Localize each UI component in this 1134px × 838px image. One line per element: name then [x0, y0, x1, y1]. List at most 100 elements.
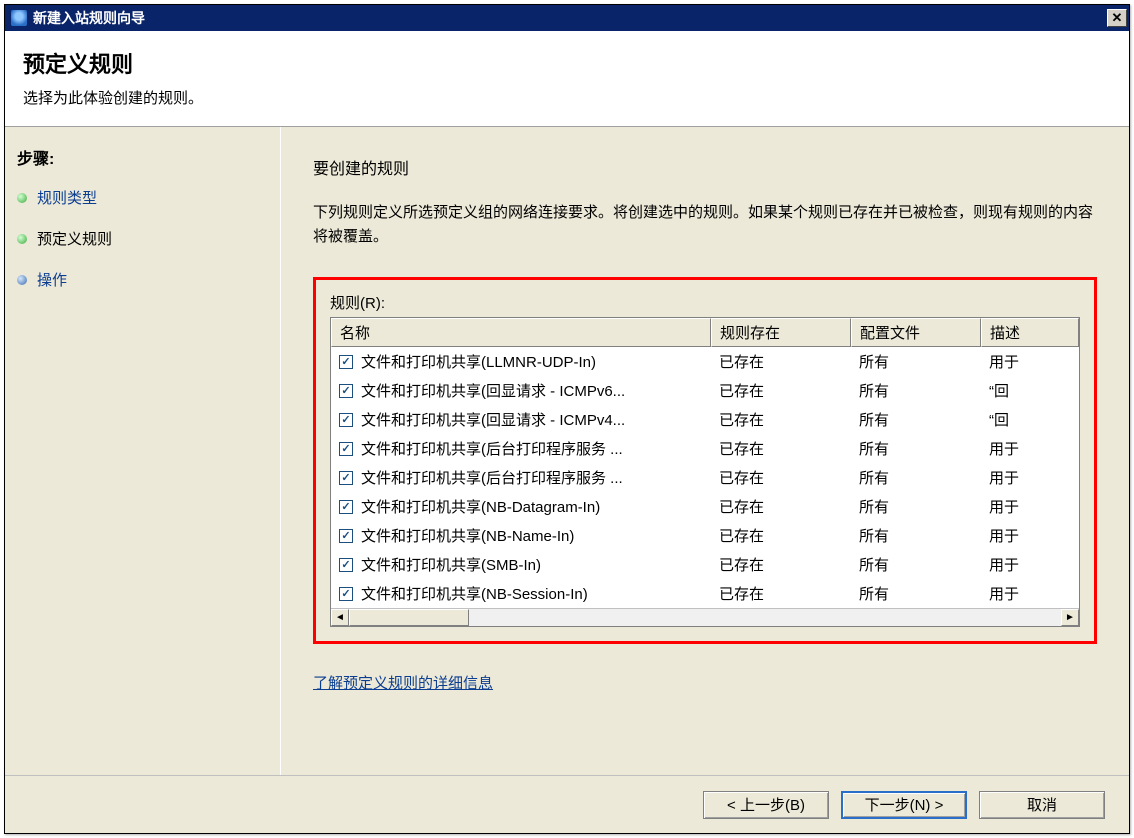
horizontal-scrollbar[interactable]: ◄ ► — [331, 608, 1079, 626]
rule-name: 文件和打印机共享(后台打印程序服务 ... — [361, 467, 623, 488]
scroll-left-button[interactable]: ◄ — [331, 609, 349, 626]
cell-desc: 用于 — [981, 349, 1079, 374]
page-subtitle: 选择为此体验创建的规则。 — [23, 87, 1111, 108]
wizard-header: 预定义规则 选择为此体验创建的规则。 — [5, 31, 1129, 127]
cell-desc: 用于 — [981, 581, 1079, 606]
step-rule-type[interactable]: 规则类型 — [17, 187, 268, 208]
cell-profile: 所有 — [851, 436, 981, 461]
rule-checkbox[interactable]: ✓ — [339, 558, 353, 572]
rule-checkbox[interactable]: ✓ — [339, 500, 353, 514]
table-row[interactable]: ✓ 文件和打印机共享(NB-Datagram-In) 已存在所有用于 — [331, 492, 1079, 521]
table-row[interactable]: ✓ 文件和打印机共享(回显请求 - ICMPv6... 已存在所有“回 — [331, 376, 1079, 405]
cell-profile: 所有 — [851, 494, 981, 519]
rule-checkbox[interactable]: ✓ — [339, 355, 353, 369]
step-label: 规则类型 — [37, 187, 97, 208]
rule-checkbox[interactable]: ✓ — [339, 529, 353, 543]
cell-name: ✓ 文件和打印机共享(NB-Session-In) — [331, 581, 711, 606]
listview-body: ✓文件和打印机共享(LLMNR-UDP-In)已存在所有用于✓文件和打印机共享(… — [331, 347, 1079, 608]
cell-profile: 所有 — [851, 465, 981, 490]
rules-label: 规则(R): — [330, 292, 1080, 313]
cancel-button[interactable]: 取消 — [979, 791, 1105, 819]
cell-name: ✓ 文件和打印机共享(回显请求 - ICMPv6... — [331, 378, 711, 403]
rule-checkbox[interactable]: ✓ — [339, 587, 353, 601]
table-row[interactable]: ✓ 文件和打印机共享(NB-Session-In) 已存在所有用于 — [331, 579, 1079, 608]
cell-profile: 所有 — [851, 581, 981, 606]
rule-name: 文件和打印机共享(SMB-In) — [361, 554, 541, 575]
rule-checkbox[interactable]: ✓ — [339, 413, 353, 427]
rule-name: 文件和打印机共享(后台打印程序服务 ... — [361, 438, 623, 459]
cell-name: ✓ 文件和打印机共享(LLMNR-UDP-In) — [331, 349, 711, 374]
rule-name: 文件和打印机共享(LLMNR-UDP-In) — [361, 351, 596, 372]
table-row[interactable]: ✓ 文件和打印机共享(后台打印程序服务 ... 已存在所有用于 — [331, 463, 1079, 492]
back-button[interactable]: < 上一步(B) — [703, 791, 829, 819]
window-title: 新建入站规则向导 — [33, 8, 1107, 28]
step-bullet-icon — [17, 275, 27, 285]
table-row[interactable]: ✓ 文件和打印机共享(LLMNR-UDP-In) 已存在所有用于 — [331, 347, 1079, 376]
wizard-body: 步骤: 规则类型 预定义规则 操作 要创建的规则 下列规则定义所选预定义组的网络… — [5, 127, 1129, 775]
rule-checkbox[interactable]: ✓ — [339, 384, 353, 398]
table-row[interactable]: ✓ 文件和打印机共享(SMB-In) 已存在所有用于 — [331, 550, 1079, 579]
cell-exists: 已存在 — [711, 436, 851, 461]
listview-header: 名称 规则存在 配置文件 描述 — [331, 318, 1079, 347]
rule-name: 文件和打印机共享(回显请求 - ICMPv6... — [361, 380, 625, 401]
cell-desc: “回 — [981, 407, 1079, 432]
titlebar: 新建入站规则向导 ✕ — [5, 5, 1129, 31]
firewall-icon — [11, 10, 27, 26]
rules-highlight-box: 规则(R): 名称 规则存在 配置文件 描述 ✓ 文件和打印机共享(LLMNR-U… — [313, 277, 1097, 644]
step-label: 预定义规则 — [37, 228, 112, 249]
step-predefined-rules[interactable]: 预定义规则 — [17, 228, 268, 249]
rule-checkbox[interactable]: ✓ — [339, 471, 353, 485]
cell-exists: 已存在 — [711, 465, 851, 490]
cell-exists: 已存在 — [711, 407, 851, 432]
content-panel: 要创建的规则 下列规则定义所选预定义组的网络连接要求。将创建选中的规则。如果某个… — [281, 127, 1129, 775]
step-label: 操作 — [37, 269, 67, 290]
cell-name: ✓ 文件和打印机共享(回显请求 - ICMPv4... — [331, 407, 711, 432]
table-row[interactable]: ✓文件和打印机共享(NB-Name-In)已存在所有用于 — [331, 521, 1079, 550]
close-button[interactable]: ✕ — [1107, 9, 1127, 27]
column-header-exists[interactable]: 规则存在 — [711, 318, 851, 347]
scroll-track[interactable] — [349, 609, 1061, 626]
rule-name: 文件和打印机共享(NB-Name-In) — [361, 525, 574, 546]
cell-exists: 已存在 — [711, 552, 851, 577]
steps-sidebar: 步骤: 规则类型 预定义规则 操作 — [5, 127, 281, 775]
learn-more-link[interactable]: 了解预定义规则的详细信息 — [313, 675, 493, 692]
cell-desc: “回 — [981, 378, 1079, 403]
cell-exists: 已存在 — [711, 378, 851, 403]
scroll-right-button[interactable]: ► — [1061, 609, 1079, 626]
cell-desc: 用于 — [981, 465, 1079, 490]
cell-exists: 已存在 — [711, 349, 851, 374]
table-row[interactable]: ✓ 文件和打印机共享(后台打印程序服务 ... 已存在所有用于 — [331, 434, 1079, 463]
scroll-thumb[interactable] — [349, 609, 469, 626]
cell-profile: 所有 — [851, 523, 981, 548]
cell-profile: 所有 — [851, 378, 981, 403]
cell-name: ✓ 文件和打印机共享(后台打印程序服务 ... — [331, 465, 711, 490]
page-title: 预定义规则 — [23, 47, 1111, 79]
next-button[interactable]: 下一步(N) > — [841, 791, 967, 819]
close-icon: ✕ — [1112, 10, 1123, 26]
cell-exists: 已存在 — [711, 494, 851, 519]
rule-name: 文件和打印机共享(NB-Datagram-In) — [361, 496, 600, 517]
cell-desc: 用于 — [981, 436, 1079, 461]
cell-profile: 所有 — [851, 552, 981, 577]
cell-desc: 用于 — [981, 494, 1079, 519]
wizard-window: 新建入站规则向导 ✕ 预定义规则 选择为此体验创建的规则。 步骤: 规则类型 预… — [4, 4, 1130, 834]
rule-name: 文件和打印机共享(NB-Session-In) — [361, 583, 588, 604]
table-row[interactable]: ✓文件和打印机共享(回显请求 - ICMPv4...已存在所有“回 — [331, 405, 1079, 434]
step-bullet-icon — [17, 193, 27, 203]
cell-name: ✓ 文件和打印机共享(NB-Datagram-In) — [331, 494, 711, 519]
cell-profile: 所有 — [851, 349, 981, 374]
rule-checkbox[interactable]: ✓ — [339, 442, 353, 456]
cell-name: ✓ 文件和打印机共享(NB-Name-In) — [331, 523, 711, 548]
cell-exists: 已存在 — [711, 581, 851, 606]
rule-name: 文件和打印机共享(回显请求 - ICMPv4... — [361, 409, 625, 430]
step-action[interactable]: 操作 — [17, 269, 268, 290]
steps-heading: 步骤: — [17, 145, 268, 169]
rules-listview[interactable]: 名称 规则存在 配置文件 描述 ✓ 文件和打印机共享(LLMNR-UDP-In) 已… — [330, 317, 1080, 627]
cell-desc: 用于 — [981, 552, 1079, 577]
column-header-name[interactable]: 名称 — [331, 318, 711, 347]
column-header-desc[interactable]: 描述 — [981, 318, 1079, 347]
step-bullet-icon — [17, 234, 27, 244]
cell-desc: 用于 — [981, 523, 1079, 548]
instructions-text: 下列规则定义所选预定义组的网络连接要求。将创建选中的规则。如果某个规则已存在并已… — [313, 201, 1097, 249]
column-header-profile[interactable]: 配置文件 — [851, 318, 981, 347]
